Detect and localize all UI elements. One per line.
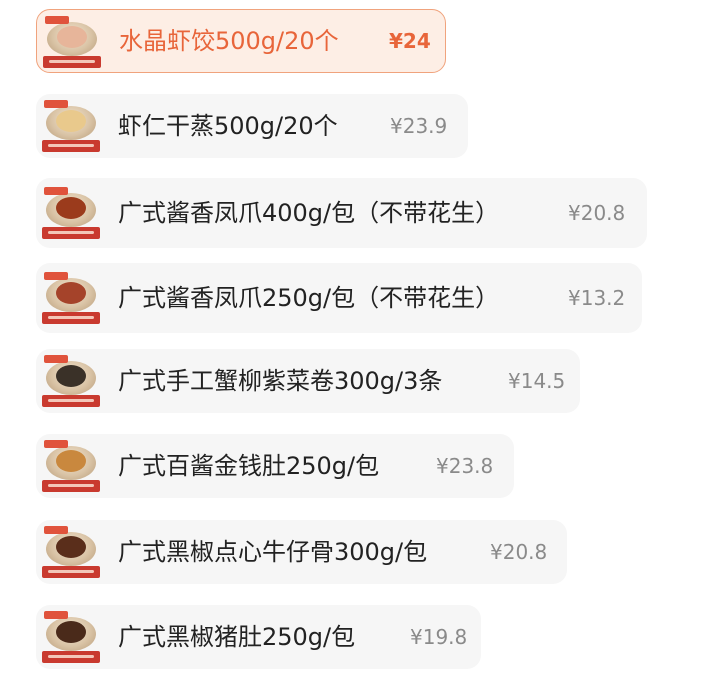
item-price: ¥13.2 — [568, 286, 626, 310]
item-price: ¥24 — [389, 29, 431, 53]
menu-item[interactable]: 广式百酱金钱肚250g/包 ¥23.8 — [36, 434, 514, 498]
menu-item[interactable]: 广式黑椒猪肚250g/包 ¥19.8 — [36, 605, 481, 669]
item-name: 虾仁干蒸500g/20个 — [118, 112, 338, 140]
chicken-feet-dish-thumbnail-icon — [42, 187, 100, 239]
item-price: ¥20.8 — [568, 201, 626, 225]
chicken-feet-dish-thumbnail-icon — [42, 272, 100, 324]
item-name: 广式黑椒点心牛仔骨300g/包 — [118, 538, 428, 566]
menu-item[interactable]: 虾仁干蒸500g/20个 ¥23.9 — [36, 94, 468, 158]
item-price: ¥14.5 — [508, 369, 566, 393]
seaweed-roll-dish-thumbnail-icon — [42, 355, 100, 407]
pork-tripe-dish-thumbnail-icon — [42, 611, 100, 663]
menu-item[interactable]: 广式手工蟹柳紫菜卷300g/3条 ¥14.5 — [36, 349, 580, 413]
item-name: 广式酱香凤爪250g/包（不带花生） — [118, 284, 500, 312]
item-price: ¥20.8 — [490, 540, 548, 564]
item-name: 广式酱香凤爪400g/包（不带花生） — [118, 199, 500, 227]
dim-sum-menu-list: 水晶虾饺500g/20个 ¥24 虾仁干蒸500g/20个 ¥23.9 广式酱香… — [0, 0, 717, 673]
item-name: 水晶虾饺500g/20个 — [119, 27, 339, 55]
menu-item[interactable]: 广式酱香凤爪400g/包（不带花生） ¥20.8 — [36, 178, 647, 248]
menu-item[interactable]: 水晶虾饺500g/20个 ¥24 — [36, 9, 446, 73]
item-price: ¥19.8 — [410, 625, 468, 649]
item-price: ¥23.8 — [436, 454, 494, 478]
item-name: 广式手工蟹柳紫菜卷300g/3条 — [118, 367, 443, 395]
item-name: 广式黑椒猪肚250g/包 — [118, 623, 356, 651]
dumpling-dish-thumbnail-icon — [43, 16, 101, 68]
beef-rib-dish-thumbnail-icon — [42, 526, 100, 578]
siumai-dish-thumbnail-icon — [42, 100, 100, 152]
menu-item[interactable]: 广式黑椒点心牛仔骨300g/包 ¥20.8 — [36, 520, 567, 584]
item-name: 广式百酱金钱肚250g/包 — [118, 452, 380, 480]
tripe-dish-thumbnail-icon — [42, 440, 100, 492]
menu-item[interactable]: 广式酱香凤爪250g/包（不带花生） ¥13.2 — [36, 263, 642, 333]
item-price: ¥23.9 — [390, 114, 448, 138]
